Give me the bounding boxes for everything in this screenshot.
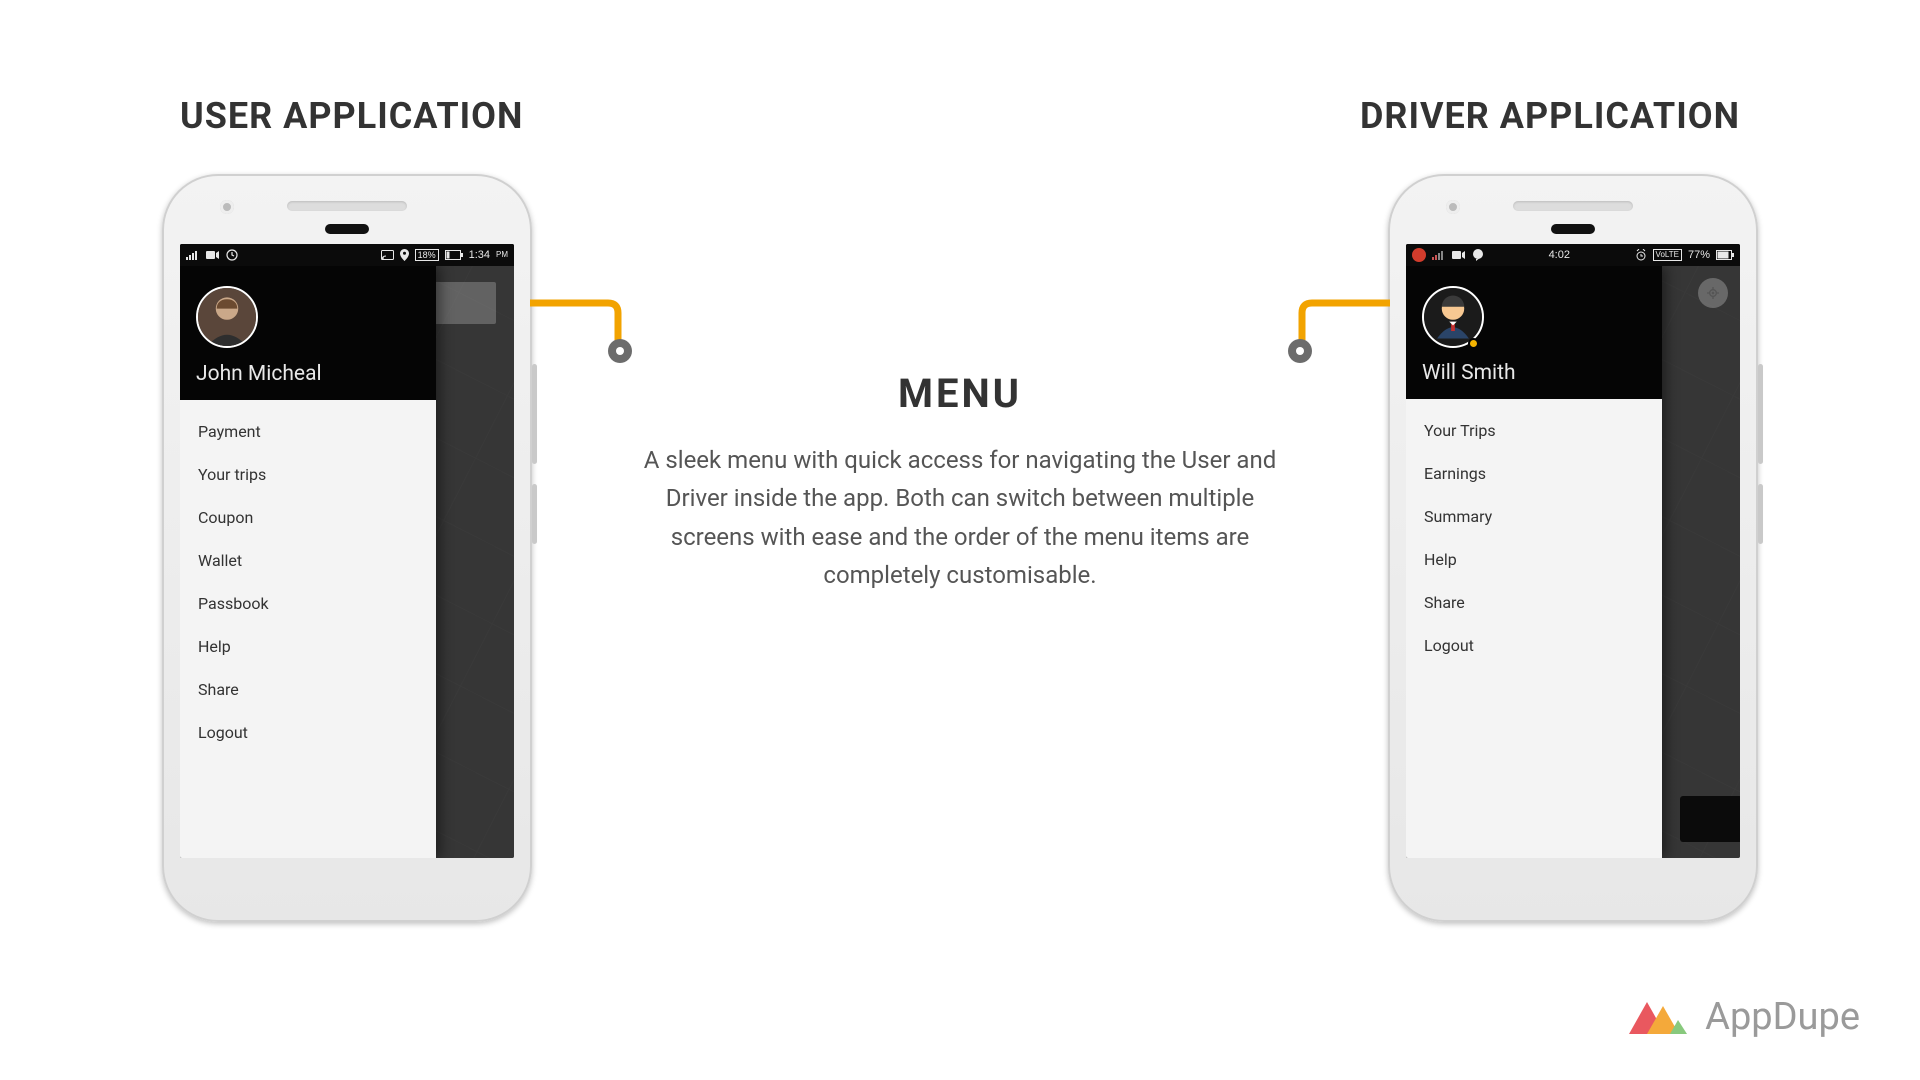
driver-drawer-header: Will Smith: [1406, 266, 1662, 399]
volte-badge: VoLTE: [1653, 249, 1682, 261]
driver-status-card[interactable]: [1680, 796, 1740, 842]
driver-screen: 4:02 VoLTE 77%: [1406, 244, 1740, 858]
brand-name: AppDupe: [1705, 995, 1860, 1039]
signal-icon: [1432, 250, 1446, 260]
chat-icon: [1472, 249, 1484, 261]
menu-item-your-trips[interactable]: Your trips: [180, 453, 436, 496]
video-icon: [206, 250, 220, 260]
menu-item-help[interactable]: Help: [180, 625, 436, 668]
driver-menu-list: Your Trips Earnings Summary Help Share L…: [1406, 399, 1662, 677]
alarm-icon: [1635, 249, 1647, 261]
video-icon: [1452, 250, 1466, 260]
menu-item-coupon[interactable]: Coupon: [180, 496, 436, 539]
online-status-dot-icon: [1468, 338, 1479, 349]
driver-app-title: DRIVER APPLICATION: [1360, 95, 1740, 137]
connector-left: [530, 295, 660, 365]
menu-item-summary[interactable]: Summary: [1406, 495, 1662, 538]
phone-front-camera-icon: [220, 200, 234, 214]
user-phone-mockup: 18% 1:34 PM John Mi: [162, 174, 532, 922]
my-location-button[interactable]: [1698, 278, 1728, 308]
status-time: 1:34: [469, 249, 490, 261]
menu-item-logout[interactable]: Logout: [1406, 624, 1662, 667]
brand-logo: AppDupe: [1629, 994, 1860, 1040]
phone-speaker-icon: [287, 201, 407, 211]
phone-speaker-icon: [1513, 201, 1633, 211]
hardware-power-button: [1758, 484, 1763, 544]
driver-profile-name: Will Smith: [1422, 361, 1646, 385]
user-screen: 18% 1:34 PM John Mi: [180, 244, 514, 858]
user-profile-name: John Micheal: [196, 362, 420, 386]
menu-item-share[interactable]: Share: [1406, 581, 1662, 624]
hardware-volume-button: [1758, 364, 1763, 464]
driver-side-menu: Will Smith Your Trips Earnings Summary H…: [1406, 266, 1662, 858]
menu-item-wallet[interactable]: Wallet: [180, 539, 436, 582]
user-menu-list: Payment Your trips Coupon Wallet Passboo…: [180, 400, 436, 764]
menu-item-passbook[interactable]: Passbook: [180, 582, 436, 625]
battery-icon: [1716, 250, 1734, 260]
phone-home-pill: [1551, 224, 1595, 234]
cast-icon: [381, 250, 394, 261]
signal-icon: [186, 250, 200, 260]
menu-item-your-trips[interactable]: Your Trips: [1406, 409, 1662, 452]
user-app-title: USER APPLICATION: [180, 95, 523, 137]
driver-phone-mockup: 4:02 VoLTE 77%: [1388, 174, 1758, 922]
status-time-ampm: PM: [496, 250, 508, 259]
battery-percent-label: 18%: [415, 249, 439, 261]
feature-description: A sleek menu with quick access for navig…: [640, 441, 1280, 595]
status-bar: 4:02 VoLTE 77%: [1406, 244, 1740, 266]
menu-item-share[interactable]: Share: [180, 668, 436, 711]
battery-icon: [445, 250, 463, 260]
phone-front-camera-icon: [1446, 200, 1460, 214]
menu-item-payment[interactable]: Payment: [180, 410, 436, 453]
user-side-menu: John Micheal Payment Your trips Coupon W…: [180, 266, 436, 858]
menu-item-help[interactable]: Help: [1406, 538, 1662, 581]
carrier-badge-icon: [1412, 248, 1426, 262]
status-time: 4:02: [1549, 249, 1570, 261]
user-avatar[interactable]: [196, 286, 258, 348]
phone-home-pill: [325, 224, 369, 234]
menu-item-logout[interactable]: Logout: [180, 711, 436, 754]
hardware-volume-button: [532, 364, 537, 464]
location-pin-icon: [400, 249, 409, 261]
hardware-power-button: [532, 484, 537, 544]
user-drawer-header: John Micheal: [180, 266, 436, 400]
battery-percent-label: 77%: [1688, 249, 1710, 261]
clock-icon: [226, 249, 238, 261]
feature-description-block: MENU A sleek menu with quick access for …: [640, 370, 1280, 595]
connector-right: [1260, 295, 1390, 365]
status-bar: 18% 1:34 PM: [180, 244, 514, 266]
menu-item-earnings[interactable]: Earnings: [1406, 452, 1662, 495]
appdupe-mark-icon: [1629, 994, 1687, 1040]
feature-title: MENU: [640, 370, 1280, 417]
